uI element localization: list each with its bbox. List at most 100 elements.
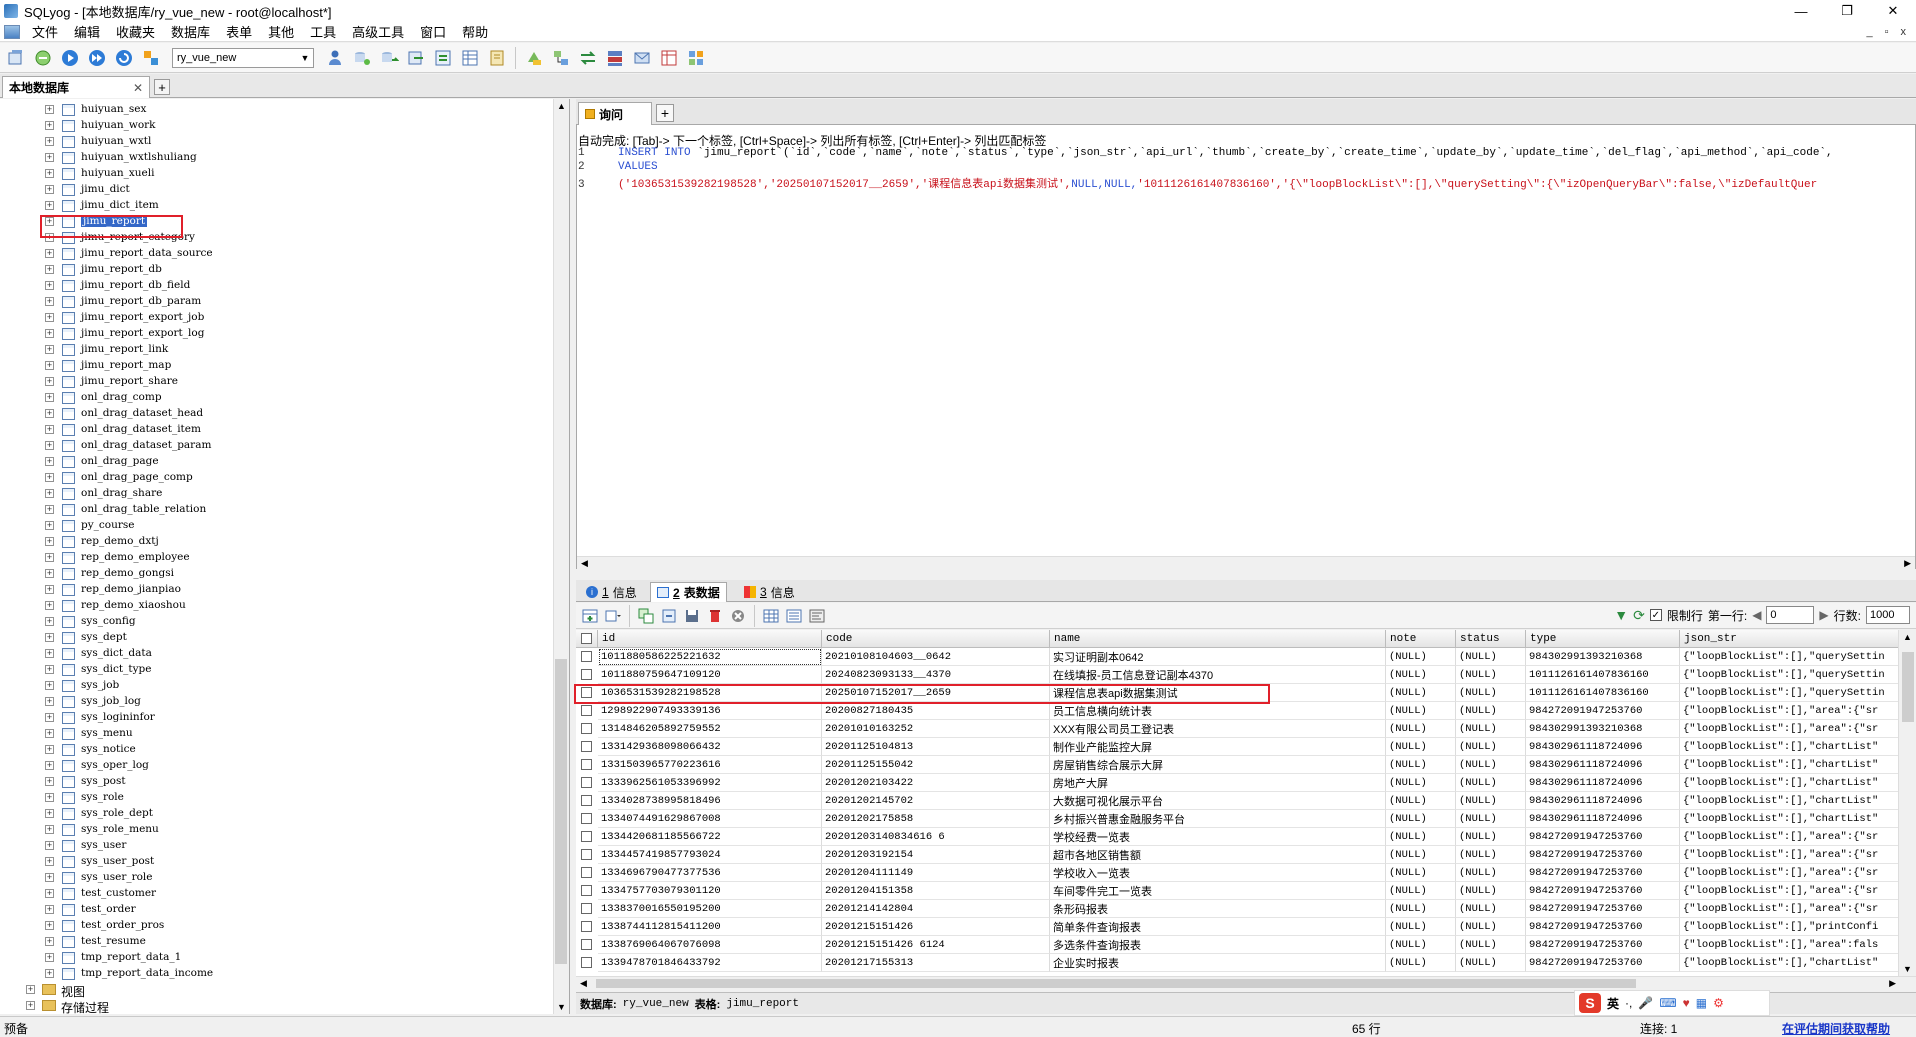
table-cell-json_str[interactable]: {"loopBlockList":[],"chartList" [1680, 954, 1898, 972]
table-cell-json_str[interactable]: {"loopBlockList":[],"area":{"sr [1680, 864, 1898, 882]
expand-icon[interactable]: + [45, 729, 54, 738]
row-checkbox[interactable] [581, 741, 592, 752]
grid-view-icon[interactable] [761, 606, 781, 626]
table-cell-status[interactable]: (NULL) [1456, 666, 1526, 684]
grid-vertical-scrollbar[interactable]: ▲ ▼ [1898, 630, 1916, 976]
row-checkbox[interactable] [581, 903, 592, 914]
table-cell-id[interactable]: 1339478701846433792 [598, 954, 822, 972]
menu-item-8[interactable]: 窗口 [412, 22, 454, 41]
tree-table-item[interactable]: + sys_post [0, 774, 550, 790]
scroll-up-icon[interactable]: ▲ [1903, 632, 1912, 642]
data-sync-icon[interactable] [576, 46, 600, 70]
table-cell-status[interactable]: (NULL) [1456, 720, 1526, 738]
table-cell-name[interactable]: 超市各地区销售额 [1050, 846, 1386, 864]
table-cell-id[interactable]: 1331429368098066432 [598, 738, 822, 756]
table-cell-type[interactable]: 984302961118724096 [1526, 810, 1680, 828]
database-selector[interactable]: ry_vue_new ▼ [172, 47, 314, 68]
table-cell-name[interactable]: 条形码报表 [1050, 900, 1386, 918]
grid-hscroll-thumb[interactable] [596, 979, 1636, 988]
table-cell-note[interactable]: (NULL) [1386, 864, 1456, 882]
table-cell-id[interactable]: 1338370016550195200 [598, 900, 822, 918]
table-cell-json_str[interactable]: {"loopBlockList":[],"area":fals [1680, 936, 1898, 954]
expand-icon[interactable]: + [45, 329, 54, 338]
table-cell-json_str[interactable]: {"loopBlockList":[],"chartList" [1680, 756, 1898, 774]
expand-icon[interactable]: + [45, 121, 54, 130]
table-cell-name[interactable]: 制作业产能监控大屏 [1050, 738, 1386, 756]
tree-table-item[interactable]: + jimu_report_db_field [0, 278, 550, 294]
column-header-code[interactable]: code [822, 630, 1050, 648]
tree-table-item[interactable]: + onl_drag_share [0, 486, 550, 502]
column-header-note[interactable]: note [1386, 630, 1456, 648]
tree-table-item[interactable]: + sys_logininfor [0, 710, 550, 726]
expand-icon[interactable]: + [45, 297, 54, 306]
tree-table-item[interactable]: + huiyuan_wxtl [0, 134, 550, 150]
expand-icon[interactable]: + [45, 713, 54, 722]
table-cell-code[interactable]: 20201204151358 [822, 882, 1050, 900]
row-checkbox[interactable] [581, 867, 592, 878]
table-cell-id[interactable]: 1338744112815411200 [598, 918, 822, 936]
table-cell-status[interactable]: (NULL) [1456, 648, 1526, 666]
table-cell-code[interactable]: 20201215151426 6124 [822, 936, 1050, 954]
grid-layout-icon[interactable] [684, 46, 708, 70]
expand-icon[interactable]: + [45, 761, 54, 770]
mdi-close-button[interactable]: x [1901, 26, 1907, 38]
table-cell-note[interactable]: (NULL) [1386, 918, 1456, 936]
table-cell-note[interactable]: (NULL) [1386, 882, 1456, 900]
table-cell-status[interactable]: (NULL) [1456, 918, 1526, 936]
table-cell-id[interactable]: 1338769064067076098 [598, 936, 822, 954]
tree-table-item[interactable]: + jimu_dict_item [0, 198, 550, 214]
row-checkbox[interactable] [581, 831, 592, 842]
table-cell-name[interactable]: 企业实时报表 [1050, 954, 1386, 972]
row-checkbox[interactable] [581, 813, 592, 824]
table-cell-type[interactable]: 984302991393210368 [1526, 720, 1680, 738]
tree-table-item[interactable]: + test_customer [0, 886, 550, 902]
tree-table-item[interactable]: + sys_user_role [0, 870, 550, 886]
tab-info[interactable]: 3 信息 [738, 582, 801, 602]
tree-table-item[interactable]: + sys_dict_type [0, 662, 550, 678]
execute-icon[interactable] [58, 46, 82, 70]
ime-language[interactable]: 英 [1607, 995, 1619, 1012]
tree-table-item[interactable]: + sys_job [0, 678, 550, 694]
grid-horizontal-scrollbar[interactable]: ◀ ▶ [576, 976, 1916, 990]
tree-table-item[interactable]: + jimu_report_db [0, 262, 550, 278]
table-cell-json_str[interactable]: {"loopBlockList":[],"area":{"sr [1680, 702, 1898, 720]
mdi-minimize-button[interactable]: _ [1866, 26, 1872, 38]
table-cell-id[interactable]: 1298922907493339136 [598, 702, 822, 720]
table-cell-name[interactable]: 学校收入一览表 [1050, 864, 1386, 882]
grid-scroll-thumb[interactable] [1902, 652, 1914, 722]
menu-item-7[interactable]: 高级工具 [344, 22, 412, 41]
tree-scroll-thumb[interactable] [555, 659, 567, 964]
tree-table-item[interactable]: + huiyuan_xueli [0, 166, 550, 182]
expand-icon[interactable]: + [45, 889, 54, 898]
column-header-id[interactable]: id [598, 630, 822, 648]
table-cell-type[interactable]: 984302991393210368 [1526, 648, 1680, 666]
table-cell-status[interactable]: (NULL) [1456, 684, 1526, 702]
expand-icon[interactable]: + [45, 105, 54, 114]
table-cell-status[interactable]: (NULL) [1456, 846, 1526, 864]
column-header-status[interactable]: status [1456, 630, 1526, 648]
tree-table-item[interactable]: + sys_role_dept [0, 806, 550, 822]
table-cell-code[interactable]: 20201217155313 [822, 954, 1050, 972]
scroll-left-icon[interactable]: ◀ [581, 558, 588, 569]
table-cell-status[interactable]: (NULL) [1456, 792, 1526, 810]
table-cell-code[interactable]: 20201215151426 [822, 918, 1050, 936]
menu-item-0[interactable]: 文件 [24, 22, 66, 41]
next-page-icon[interactable]: ▶ [1819, 608, 1828, 622]
apps-icon[interactable]: ▦ [1696, 996, 1707, 1010]
table-cell-type[interactable]: 984302961118724096 [1526, 774, 1680, 792]
expand-icon[interactable]: + [45, 153, 54, 162]
tree-folder-item[interactable]: + 视图 [0, 982, 550, 999]
tree-table-item[interactable]: + onl_drag_dataset_item [0, 422, 550, 438]
tree-table-item[interactable]: + sys_dept [0, 630, 550, 646]
column-header-name[interactable]: name [1050, 630, 1386, 648]
expand-icon[interactable]: + [45, 441, 54, 450]
table-cell-status[interactable]: (NULL) [1456, 954, 1526, 972]
table-cell-type[interactable]: 984302961118724096 [1526, 756, 1680, 774]
column-header-type[interactable]: type [1526, 630, 1680, 648]
table-cell-status[interactable]: (NULL) [1456, 882, 1526, 900]
tree-scrollbar[interactable]: ▲ ▼ [553, 99, 569, 1014]
table-cell-id[interactable]: 1334757703079301120 [598, 882, 822, 900]
skin-icon[interactable]: ♥ [1683, 996, 1690, 1010]
tree-table-item[interactable]: + sys_job_log [0, 694, 550, 710]
tree-table-item[interactable]: + jimu_dict [0, 182, 550, 198]
